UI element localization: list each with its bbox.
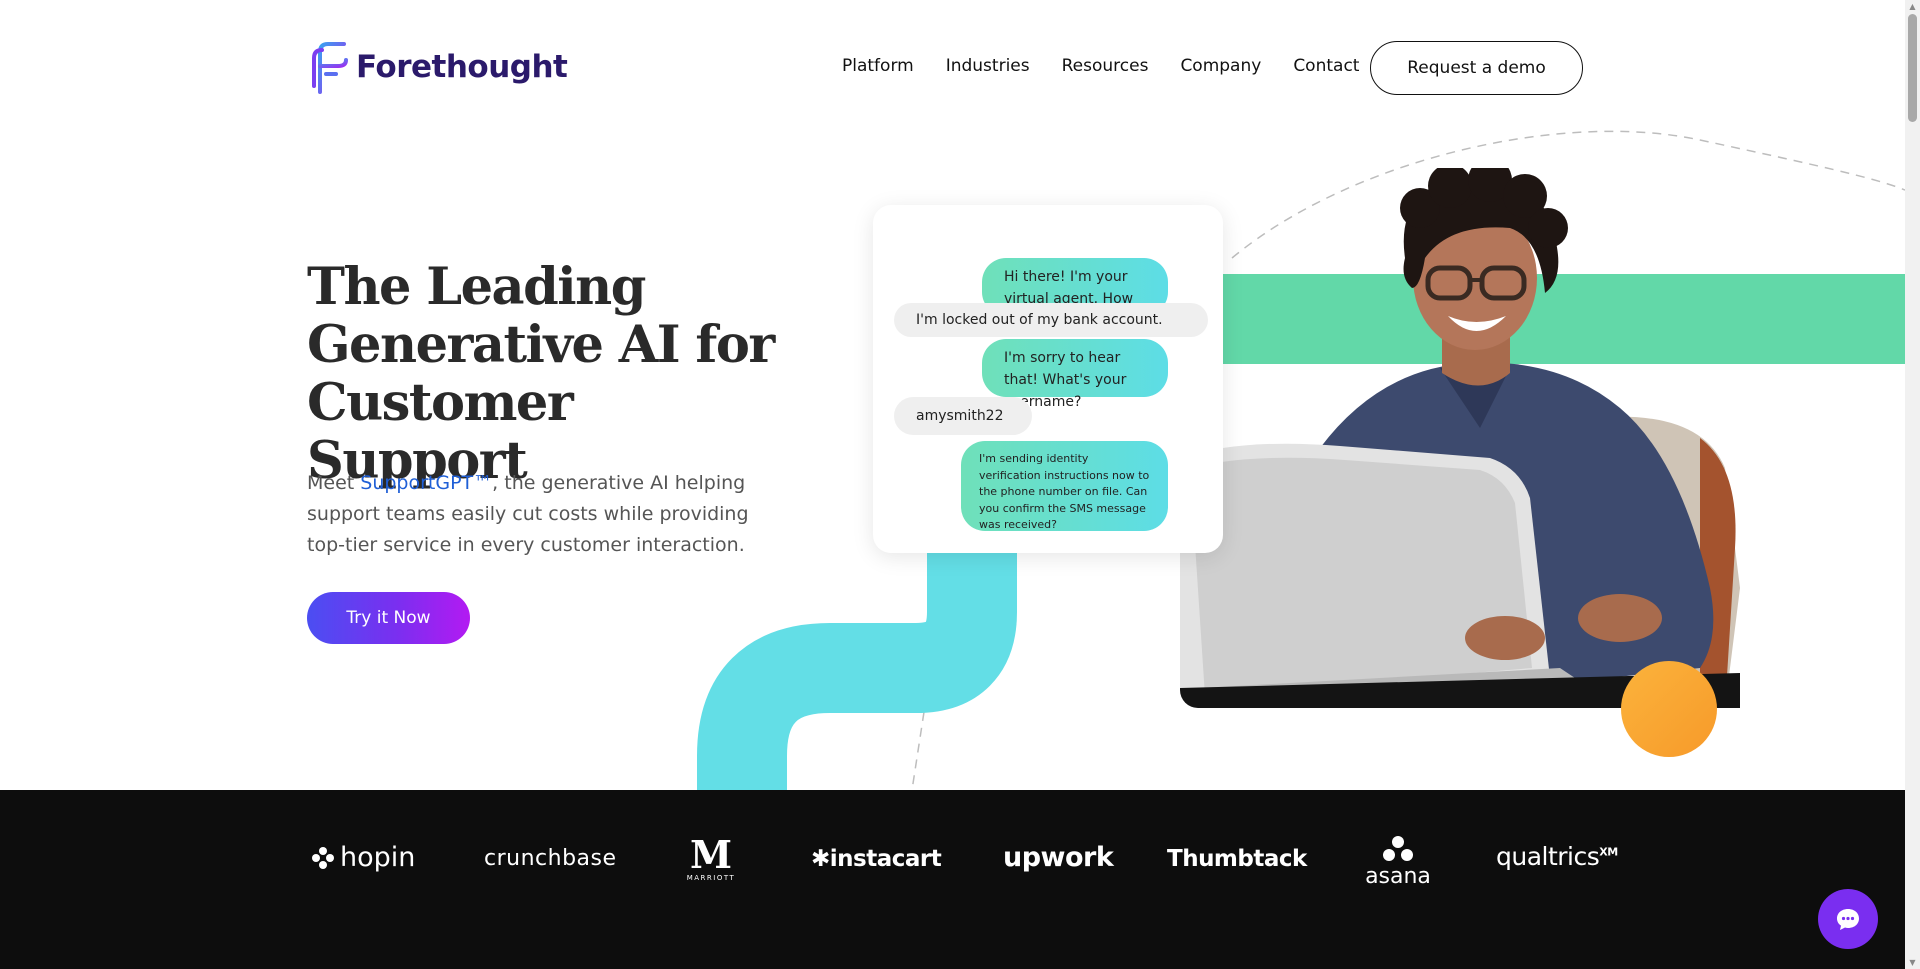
hopin-text: hopin	[340, 842, 416, 873]
instacart-text: instacart	[829, 846, 942, 872]
chat-widget-button[interactable]	[1818, 889, 1878, 949]
crunchbase-logo: crunchbase	[484, 846, 617, 871]
try-it-now-button[interactable]: Try it Now	[307, 592, 470, 644]
qualtrics-xm: XM	[1599, 845, 1618, 859]
nav-contact[interactable]: Contact	[1293, 56, 1359, 76]
main-nav: Platform Industries Resources Company Co…	[842, 56, 1359, 76]
chat-bubble-agent: I'm sorry to hear that! What's your user…	[982, 339, 1168, 410]
page-scrollbar[interactable]: ▲ ▼	[1905, 0, 1920, 969]
asana-logo: asana	[1362, 836, 1434, 889]
logo-text: Forethought	[356, 49, 568, 85]
marriott-m-icon: M	[689, 832, 733, 877]
hero-description: Meet SupportGPT™, the generative AI help…	[307, 468, 757, 561]
instacart-logo: ✱instacart	[811, 846, 942, 872]
qualtrics-text: qualtrics	[1496, 842, 1600, 871]
nav-resources[interactable]: Resources	[1062, 56, 1149, 76]
instacart-carrot-icon: ✱	[811, 846, 830, 872]
chat-bubble-agent: I'm sending identity verification instru…	[961, 441, 1168, 531]
marriott-text: MARRIOTT	[686, 874, 736, 882]
orange-decorative-circle	[1621, 661, 1717, 757]
nav-industries[interactable]: Industries	[946, 56, 1030, 76]
supportgpt-link[interactable]: SupportGPT™	[360, 472, 492, 494]
scroll-down-arrow-icon[interactable]: ▼	[1908, 958, 1917, 967]
scroll-up-arrow-icon[interactable]: ▲	[1908, 2, 1917, 11]
desc-text: Meet	[307, 472, 361, 494]
chat-bubble-user: amysmith22	[894, 397, 1032, 435]
hopin-icon	[312, 846, 334, 869]
chat-bubble-icon	[1837, 909, 1859, 930]
site-header: Forethought Platform Industries Resource…	[0, 0, 1905, 134]
customer-logos-band: hopin crunchbase M MARRIOTT ✱instacart u…	[0, 790, 1905, 969]
hero-title-line: Generative AI for	[307, 315, 775, 375]
upwork-logo: upwork	[1003, 842, 1114, 873]
hero-photo	[1180, 168, 1770, 708]
forethought-logo[interactable]: Forethought	[310, 40, 568, 94]
forethought-f-logo-icon	[312, 42, 348, 94]
hopin-logo: hopin	[310, 842, 415, 873]
marriott-logo: M MARRIOTT	[681, 836, 741, 883]
chat-bubble-user: I'm locked out of my bank account.	[894, 303, 1208, 337]
asana-text: asana	[1365, 864, 1431, 889]
nav-platform[interactable]: Platform	[842, 56, 914, 76]
scrollbar-thumb[interactable]	[1908, 14, 1917, 122]
request-demo-button[interactable]: Request a demo	[1370, 41, 1583, 95]
nav-company[interactable]: Company	[1180, 56, 1261, 76]
qualtrics-logo: qualtricsXM	[1496, 842, 1618, 871]
chat-demo-card: Hi there! I'm your virtual agent. How ca…	[873, 205, 1223, 553]
hero-title: The Leading Generative AI for Customer S…	[307, 258, 787, 490]
thumbtack-logo: Thumbtack	[1167, 846, 1307, 872]
hero-title-line: The Leading	[307, 257, 646, 317]
asana-dots-icon	[1362, 836, 1434, 864]
